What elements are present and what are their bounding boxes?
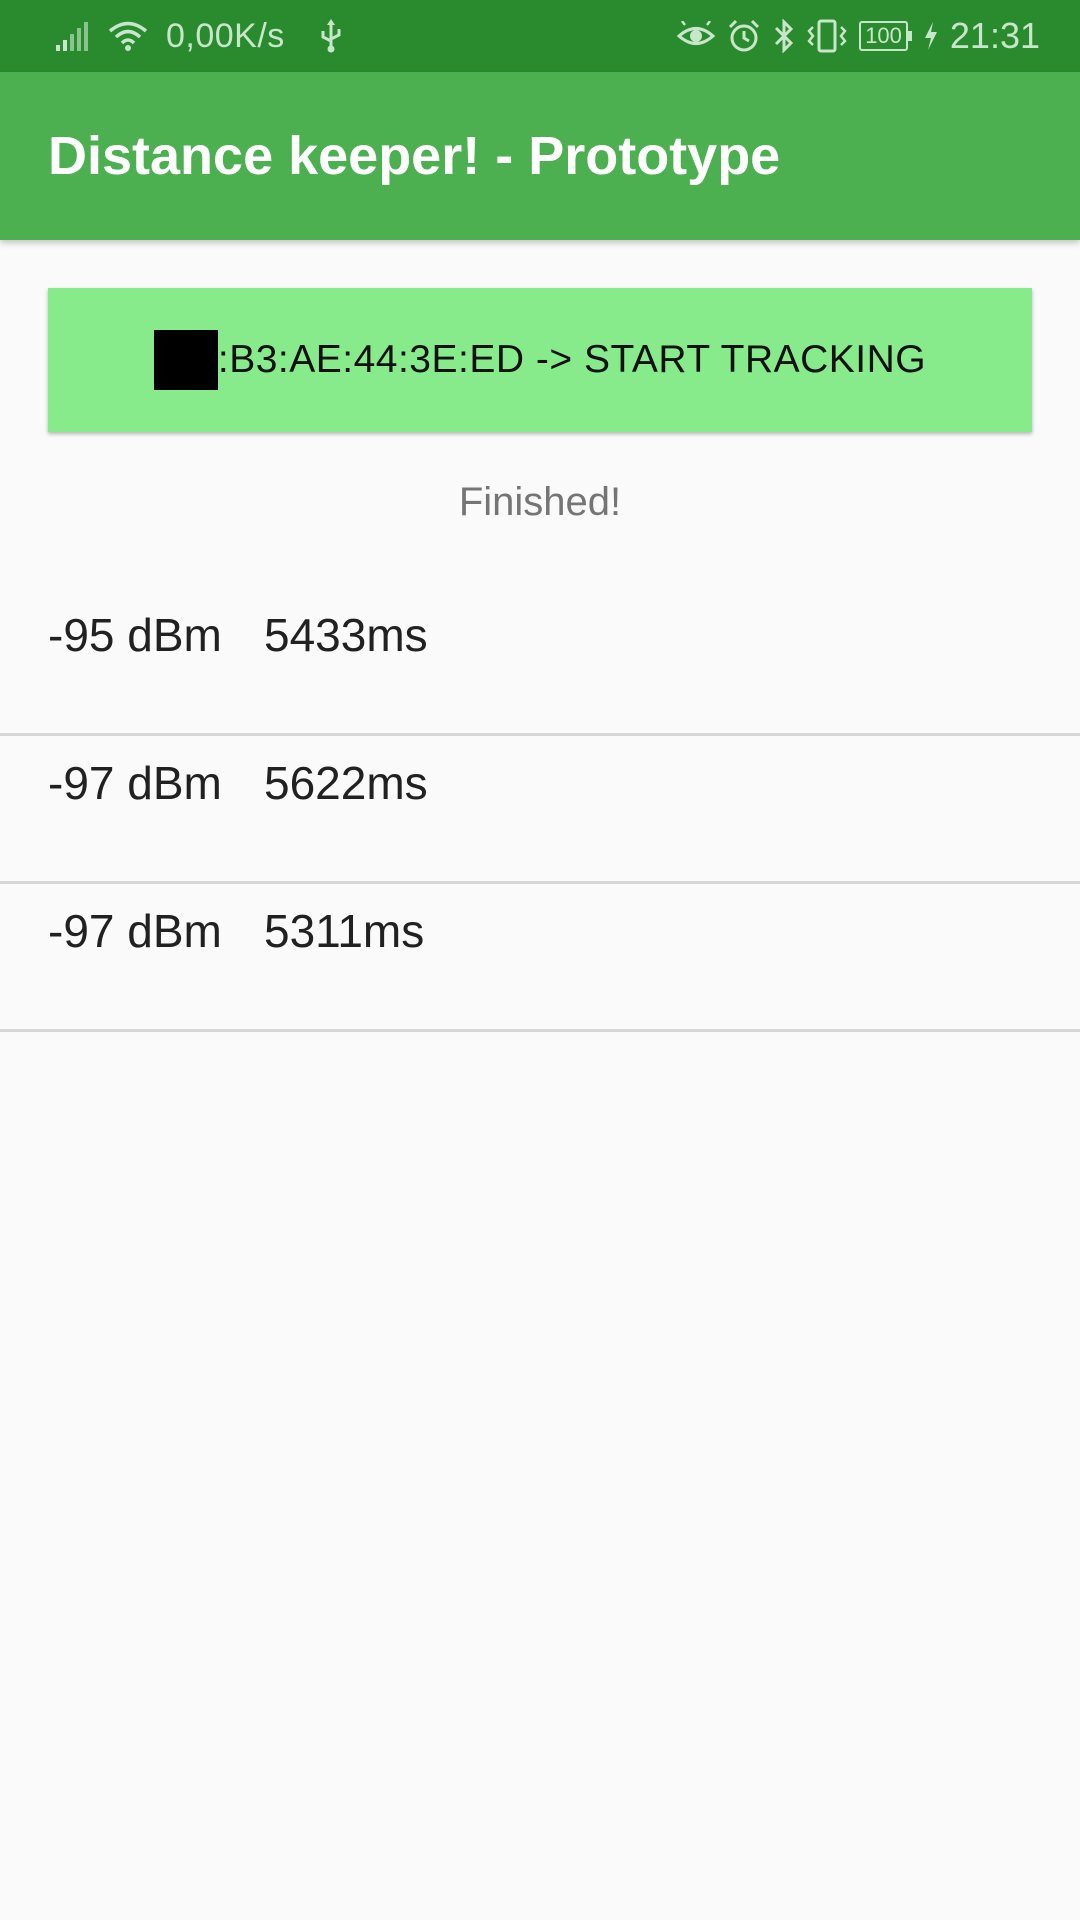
readings-list: -95 dBm 5433ms -97 dBm 5622ms -97 dBm 53… bbox=[0, 588, 1080, 1032]
status-right: 100 21:31 bbox=[677, 0, 1040, 72]
rssi-value: -97 dBm bbox=[48, 757, 222, 809]
battery-level: 100 bbox=[859, 21, 908, 51]
signal-icon bbox=[56, 21, 90, 51]
tracking-button-label: :B3:AE:44:3E:ED -> START TRACKING bbox=[217, 338, 927, 381]
bluetooth-icon bbox=[773, 19, 795, 53]
charging-icon bbox=[924, 22, 938, 50]
status-message: Finished! bbox=[458, 480, 622, 524]
app-title: Distance keeper! - Prototype bbox=[48, 126, 781, 186]
wifi-icon bbox=[108, 20, 148, 52]
duration-value: 5622ms bbox=[264, 757, 428, 809]
list-item[interactable]: -97 dBm 5311ms bbox=[0, 884, 1080, 1032]
redacted-address-block bbox=[153, 330, 218, 390]
status-bar: 0,00K/s 100 21:31 bbox=[0, 0, 1080, 72]
list-item[interactable]: -97 dBm 5622ms bbox=[0, 736, 1080, 884]
app-bar: Distance keeper! - Prototype bbox=[0, 72, 1080, 240]
usb-icon bbox=[319, 19, 343, 53]
duration-value: 5311ms bbox=[264, 905, 425, 957]
start-tracking-button[interactable]: :B3:AE:44:3E:ED -> START TRACKING bbox=[48, 288, 1032, 432]
network-speed: 0,00K/s bbox=[166, 16, 285, 55]
battery-icon: 100 bbox=[859, 21, 912, 51]
battery-cap bbox=[907, 31, 912, 41]
clock: 21:31 bbox=[949, 15, 1040, 56]
alarm-icon bbox=[727, 19, 761, 53]
vibrate-icon bbox=[807, 19, 847, 53]
eye-icon bbox=[677, 21, 716, 51]
status-left: 0,00K/s bbox=[56, 0, 343, 72]
rssi-value: -95 dBm bbox=[48, 609, 222, 661]
duration-value: 5433ms bbox=[264, 609, 428, 661]
list-item[interactable]: -95 dBm 5433ms bbox=[0, 588, 1080, 736]
rssi-value: -97 dBm bbox=[48, 905, 222, 957]
